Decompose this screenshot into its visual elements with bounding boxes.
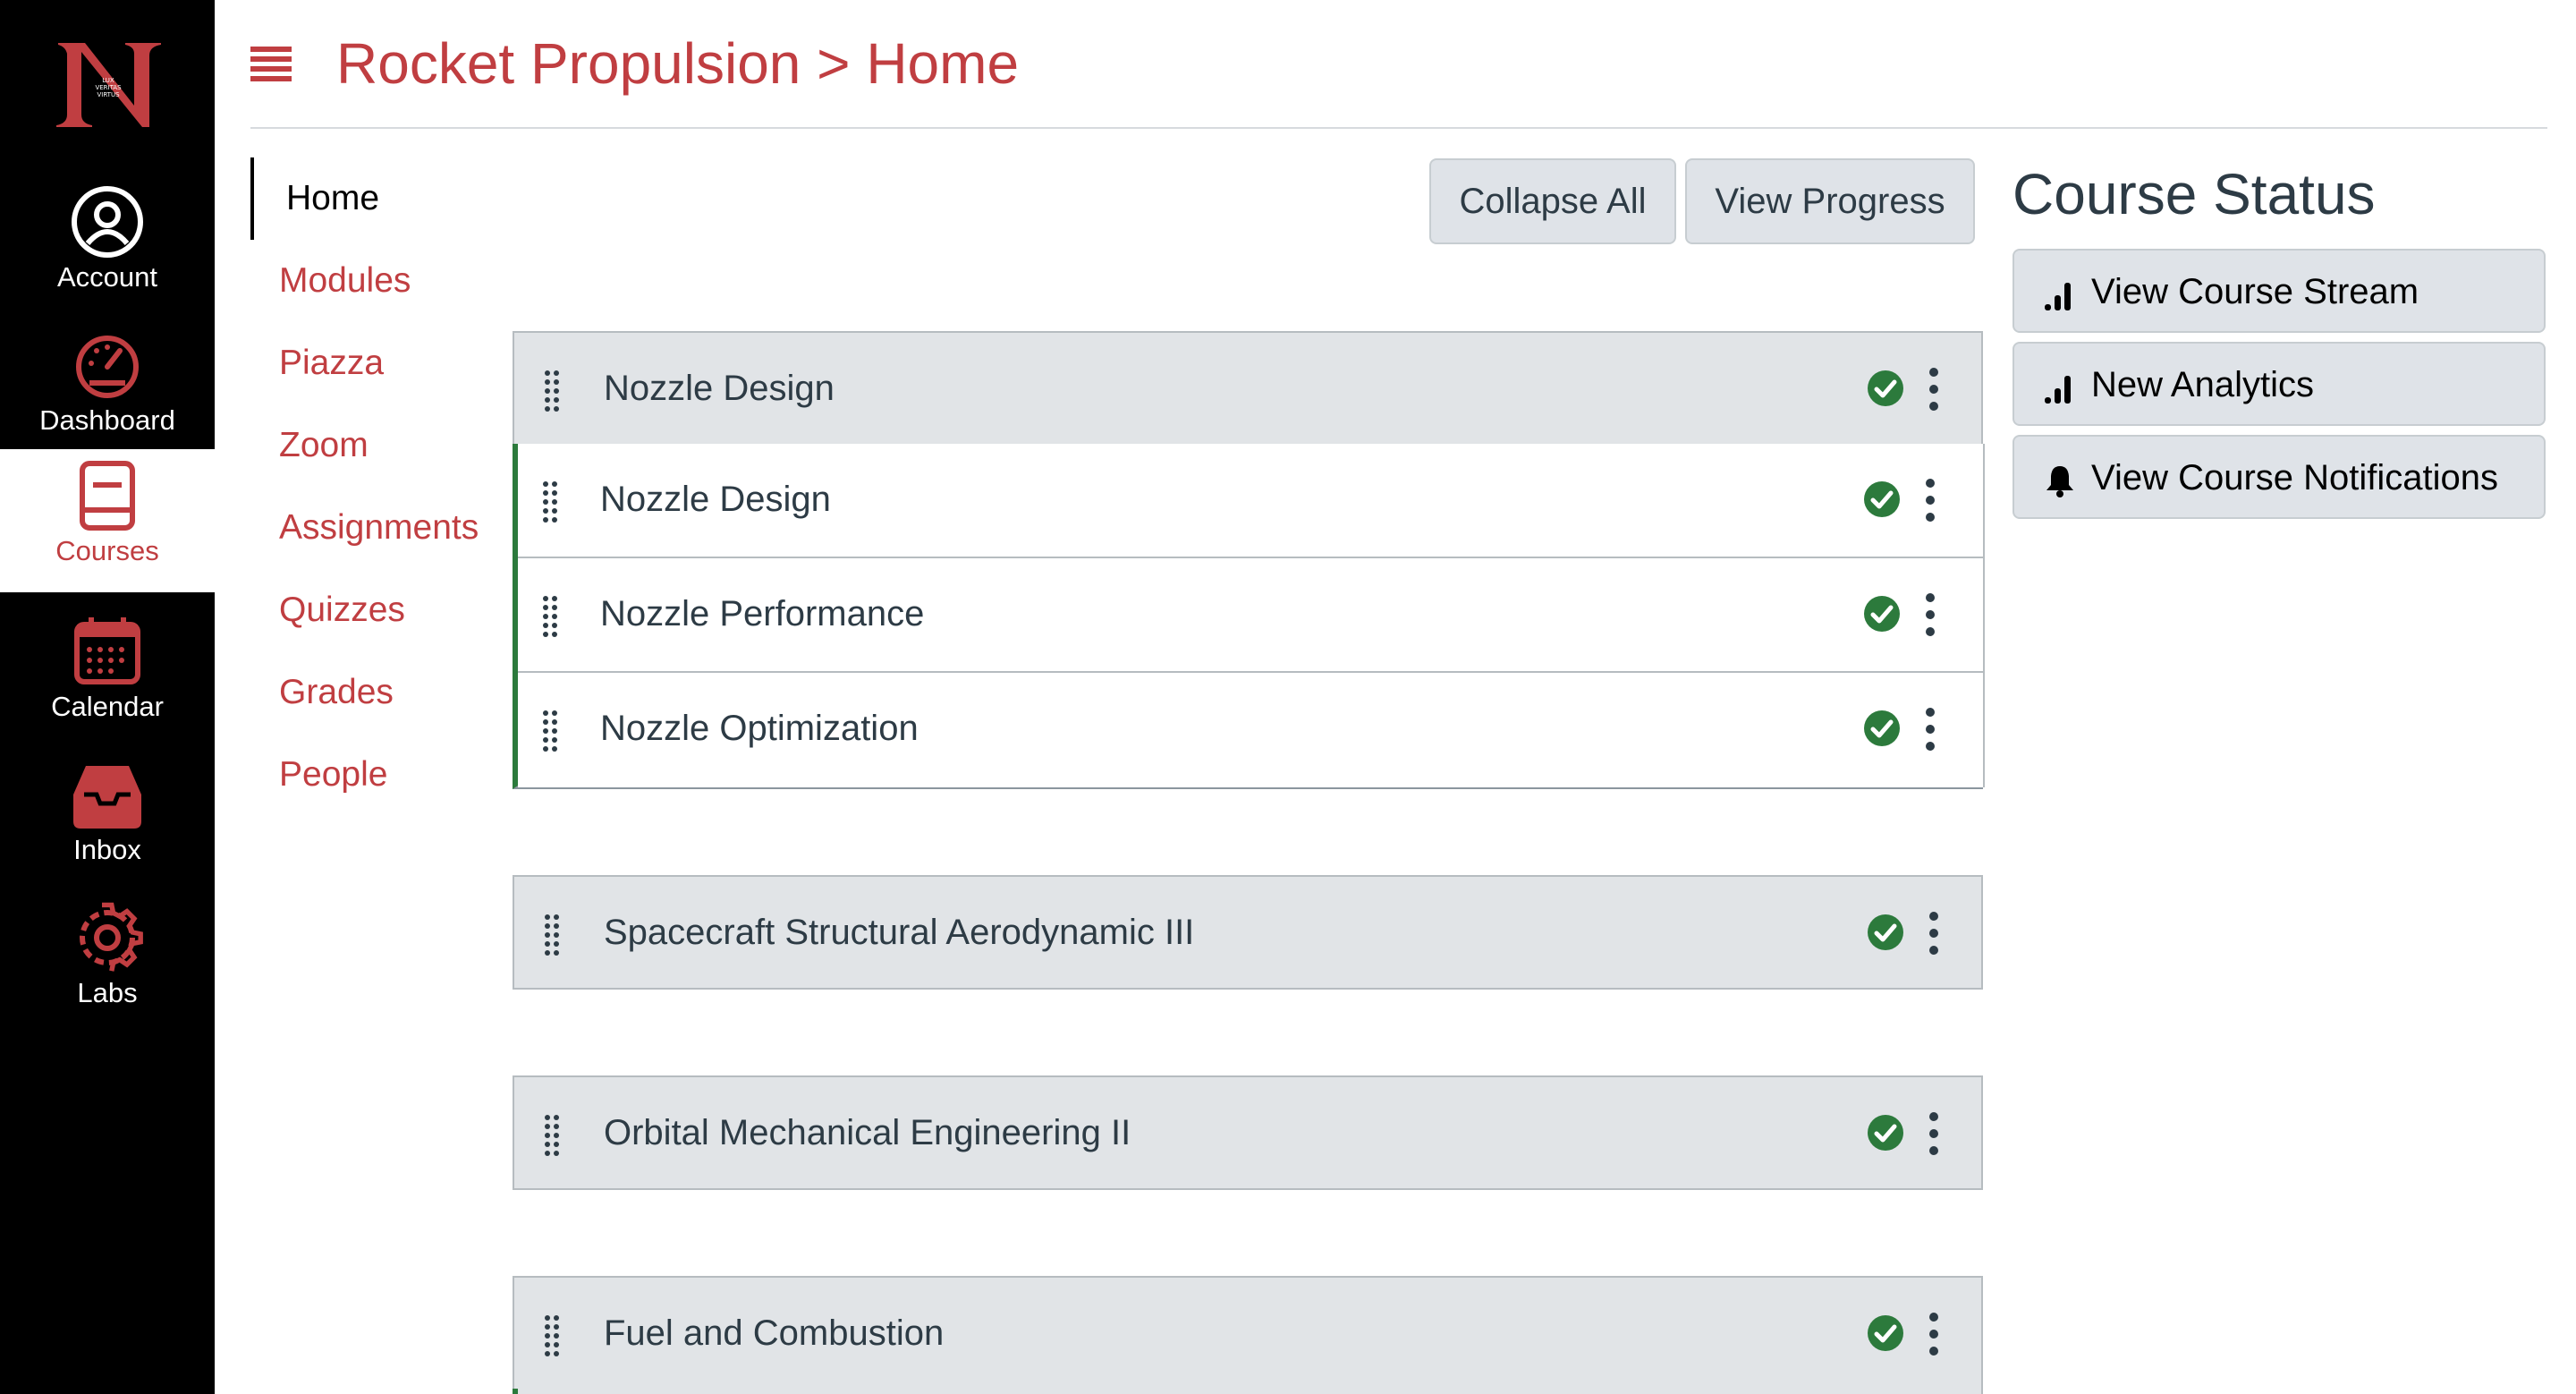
global-nav: LUX VERITAS VIRTUS Account Dashboard Cou… bbox=[0, 0, 215, 1394]
module-options-icon[interactable] bbox=[1928, 367, 1940, 412]
breadcrumb: Rocket Propulsion > Home bbox=[336, 31, 1020, 96]
module-title: Fuel and Combustion bbox=[604, 1313, 945, 1353]
drag-handle-icon[interactable] bbox=[543, 1313, 561, 1358]
course-nav-grades[interactable]: Grades bbox=[250, 651, 510, 734]
completed-check-icon bbox=[1864, 710, 1900, 746]
module-header[interactable]: Fuel and Combustion bbox=[513, 1276, 1983, 1394]
global-nav-label: Account bbox=[56, 261, 157, 293]
global-nav-calendar[interactable]: Calendar bbox=[0, 605, 215, 748]
module-item[interactable]: Nozzle Design bbox=[518, 444, 1985, 558]
completed-check-icon bbox=[1864, 481, 1900, 517]
labs-icon bbox=[80, 902, 143, 972]
global-nav-label: Inbox bbox=[73, 834, 141, 865]
drag-handle-icon[interactable] bbox=[543, 1113, 561, 1158]
inbox-icon bbox=[73, 766, 141, 829]
svg-text:LUX: LUX bbox=[102, 77, 114, 84]
collapse-all-button[interactable]: Collapse All bbox=[1429, 158, 1676, 244]
course-nav: Home Modules Piazza Zoom Assignments Qui… bbox=[250, 157, 510, 816]
global-nav-account[interactable]: Account bbox=[0, 175, 215, 319]
header-divider bbox=[250, 127, 2547, 129]
view-course-stream-label: View Course Stream bbox=[2091, 272, 2419, 311]
view-progress-button[interactable]: View Progress bbox=[1685, 158, 1975, 244]
module-options-icon[interactable] bbox=[1928, 1111, 1940, 1156]
new-analytics-button[interactable]: New Analytics bbox=[2012, 342, 2546, 426]
module-items-indicator bbox=[513, 1389, 518, 1394]
drag-handle-icon[interactable] bbox=[541, 480, 559, 524]
course-status-heading: Course Status bbox=[2012, 162, 2376, 226]
global-nav-courses[interactable]: Courses bbox=[0, 449, 215, 592]
module-title: Orbital Mechanical Engineering II bbox=[604, 1113, 1131, 1152]
global-nav-label: Labs bbox=[77, 977, 138, 1008]
svg-text:VERITAS: VERITAS bbox=[95, 84, 122, 91]
courses-icon bbox=[80, 461, 135, 531]
svg-text:VIRTUS: VIRTUS bbox=[97, 91, 120, 98]
global-nav-inbox[interactable]: Inbox bbox=[0, 748, 215, 891]
global-nav-label: Calendar bbox=[51, 691, 164, 722]
completed-check-icon bbox=[1864, 596, 1900, 632]
completed-check-icon bbox=[1868, 914, 1903, 950]
completed-check-icon bbox=[1868, 1115, 1903, 1151]
module-item[interactable]: Nozzle Performance bbox=[518, 558, 1985, 673]
course-nav-modules[interactable]: Modules bbox=[250, 240, 510, 322]
bar-chart-icon bbox=[2045, 283, 2071, 310]
module-item[interactable]: Nozzle Optimization bbox=[518, 673, 1985, 787]
bar-chart-icon bbox=[2045, 376, 2071, 404]
drag-handle-icon[interactable] bbox=[543, 913, 561, 957]
course-nav-people[interactable]: People bbox=[250, 734, 510, 816]
item-options-icon[interactable] bbox=[1924, 478, 1936, 523]
module-options-icon[interactable] bbox=[1928, 911, 1940, 956]
module-title: Nozzle Design bbox=[604, 369, 835, 408]
new-analytics-label: New Analytics bbox=[2091, 365, 2314, 404]
drag-handle-icon[interactable] bbox=[541, 709, 559, 753]
module-header[interactable]: Orbital Mechanical Engineering II bbox=[513, 1075, 1983, 1190]
course-nav-home[interactable]: Home bbox=[250, 157, 510, 240]
account-icon bbox=[72, 186, 143, 258]
bell-icon bbox=[2046, 466, 2073, 497]
module-item-title[interactable]: Nozzle Optimization bbox=[600, 673, 919, 784]
item-options-icon[interactable] bbox=[1924, 707, 1936, 752]
course-nav-quizzes[interactable]: Quizzes bbox=[250, 569, 510, 651]
global-nav-labs[interactable]: Labs bbox=[0, 891, 215, 1034]
view-course-notifications-button[interactable]: View Course Notifications bbox=[2012, 435, 2546, 519]
module-items-list: Nozzle Design Nozzle Performance Nozzle … bbox=[513, 444, 1985, 789]
university-logo-icon[interactable]: LUX VERITAS VIRTUS bbox=[49, 36, 165, 134]
view-course-stream-button[interactable]: View Course Stream bbox=[2012, 249, 2546, 333]
dashboard-icon bbox=[76, 336, 139, 398]
calendar-icon bbox=[74, 617, 140, 684]
course-nav-piazza[interactable]: Piazza bbox=[250, 322, 510, 404]
course-menu-toggle-icon[interactable] bbox=[250, 47, 292, 82]
module-item-title[interactable]: Nozzle Performance bbox=[600, 558, 924, 669]
module-header[interactable]: Nozzle Design bbox=[513, 331, 1983, 446]
view-course-notifications-label: View Course Notifications bbox=[2091, 458, 2499, 497]
completed-check-icon bbox=[1868, 370, 1903, 406]
global-nav-label: Courses bbox=[55, 535, 159, 566]
completed-check-icon bbox=[1868, 1315, 1903, 1351]
module-header[interactable]: Spacecraft Structural Aerodynamic III bbox=[513, 875, 1983, 990]
module-item-title[interactable]: Nozzle Design bbox=[600, 444, 831, 555]
drag-handle-icon[interactable] bbox=[541, 594, 559, 639]
global-nav-label: Dashboard bbox=[39, 404, 175, 436]
item-options-icon[interactable] bbox=[1924, 592, 1936, 637]
drag-handle-icon[interactable] bbox=[543, 369, 561, 413]
module-title: Spacecraft Structural Aerodynamic III bbox=[604, 913, 1195, 952]
global-nav-dashboard[interactable]: Dashboard bbox=[0, 319, 215, 462]
course-nav-assignments[interactable]: Assignments bbox=[250, 487, 510, 569]
course-nav-zoom[interactable]: Zoom bbox=[250, 404, 510, 487]
module-options-icon[interactable] bbox=[1928, 1312, 1940, 1356]
